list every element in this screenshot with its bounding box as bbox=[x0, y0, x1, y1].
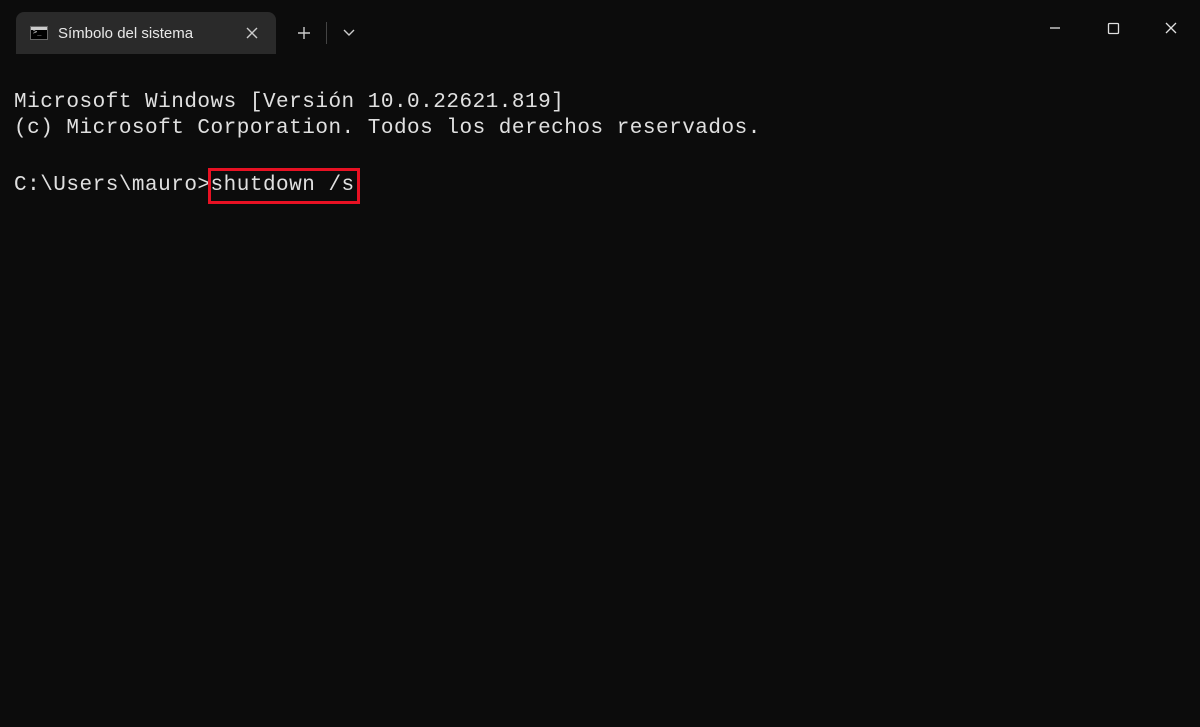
version-line: Microsoft Windows [Versión 10.0.22621.81… bbox=[14, 91, 564, 114]
cmd-icon bbox=[30, 26, 48, 40]
prompt-line: C:\Users\mauro>shutdown /s bbox=[14, 168, 1186, 204]
new-tab-button[interactable] bbox=[284, 14, 324, 52]
minimize-button[interactable] bbox=[1026, 8, 1084, 48]
command-highlight: shutdown /s bbox=[208, 168, 360, 204]
copyright-line: (c) Microsoft Corporation. Todos los der… bbox=[14, 117, 761, 140]
close-window-button[interactable] bbox=[1142, 8, 1200, 48]
tabs-dropdown-button[interactable] bbox=[329, 14, 369, 52]
prompt-path: C:\Users\mauro> bbox=[14, 174, 211, 197]
command-text: shutdown /s bbox=[211, 174, 355, 197]
terminal-output[interactable]: Microsoft Windows [Versión 10.0.22621.81… bbox=[0, 54, 1200, 240]
title-bar: Símbolo del sistema bbox=[0, 0, 1200, 54]
divider bbox=[326, 22, 327, 44]
window-controls bbox=[1026, 0, 1200, 48]
close-tab-button[interactable] bbox=[238, 19, 266, 47]
maximize-button[interactable] bbox=[1084, 8, 1142, 48]
tab-actions bbox=[284, 14, 369, 52]
tab-command-prompt[interactable]: Símbolo del sistema bbox=[16, 12, 276, 54]
tabs-area: Símbolo del sistema bbox=[0, 12, 1026, 54]
tab-title: Símbolo del sistema bbox=[58, 25, 218, 42]
